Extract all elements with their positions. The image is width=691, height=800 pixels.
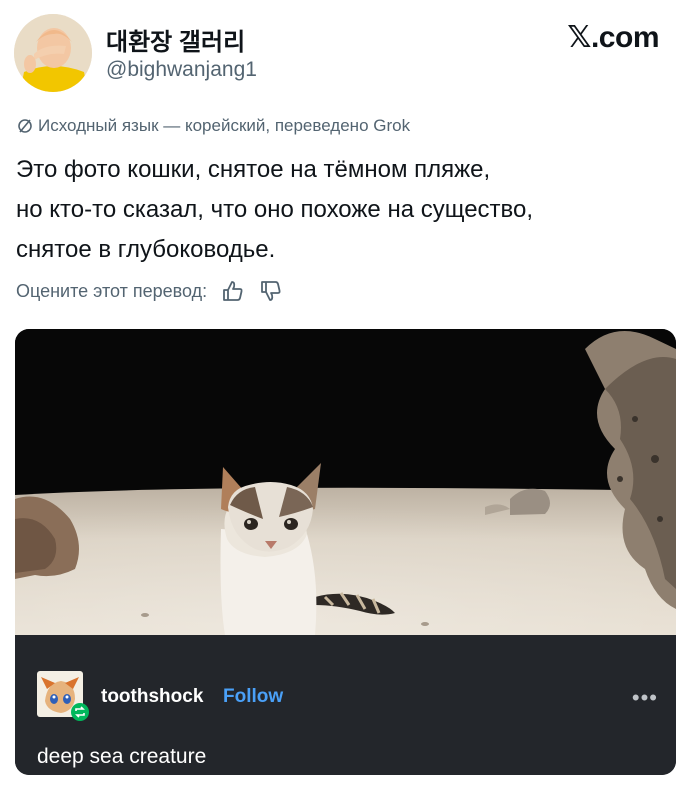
thumbs-up-icon[interactable] — [221, 279, 245, 303]
post-text-line: но кто-то сказал, что оно похоже на суще… — [16, 196, 534, 223]
x-com-domain: .com — [590, 21, 660, 54]
tumblr-username[interactable]: toothshock — [101, 686, 203, 708]
tumblr-user-avatar[interactable] — [37, 671, 89, 721]
rate-translation: Оцените этот перевод: — [16, 279, 283, 303]
tumblr-caption: deep sea creature — [37, 745, 207, 768]
cat-on-beach-photo[interactable] — [15, 329, 676, 635]
thumbs-down-icon[interactable] — [259, 279, 283, 303]
follow-button[interactable]: Follow — [223, 686, 283, 708]
rate-translation-label: Оцените этот перевод: — [16, 280, 208, 301]
author-handle[interactable]: @bighwanjang1 — [106, 58, 257, 82]
post-text-line: Это фото кошки, снятое на тёмном пляже, — [16, 156, 491, 183]
reblog-badge-icon — [71, 703, 89, 721]
avatar-image — [14, 14, 92, 92]
post-body: Это фото кошки, снятое на тёмном пляже, … — [16, 150, 676, 270]
author-display-name[interactable]: 대환장 갤러리 — [106, 22, 245, 57]
translation-note: Исходный язык — корейский, переведено Gr… — [16, 116, 410, 136]
author-avatar[interactable] — [14, 14, 92, 92]
embedded-tumblr-post[interactable]: toothshock Follow ••• deep sea creature — [15, 329, 676, 775]
translation-note-text: Исходный язык — корейский, переведено Gr… — [38, 116, 411, 135]
tumblr-post-footer: toothshock Follow ••• deep sea creature — [15, 635, 676, 775]
post-header: 대환장 갤러리 @bighwanjang1 𝕏.com — [0, 0, 691, 100]
translate-icon — [18, 119, 32, 133]
x-logo-icon: 𝕏 — [567, 20, 591, 55]
more-icon[interactable]: ••• — [632, 685, 658, 711]
x-com-logo: 𝕏.com — [567, 20, 659, 55]
post-text-line: снятое в глубоководье. — [16, 236, 276, 263]
